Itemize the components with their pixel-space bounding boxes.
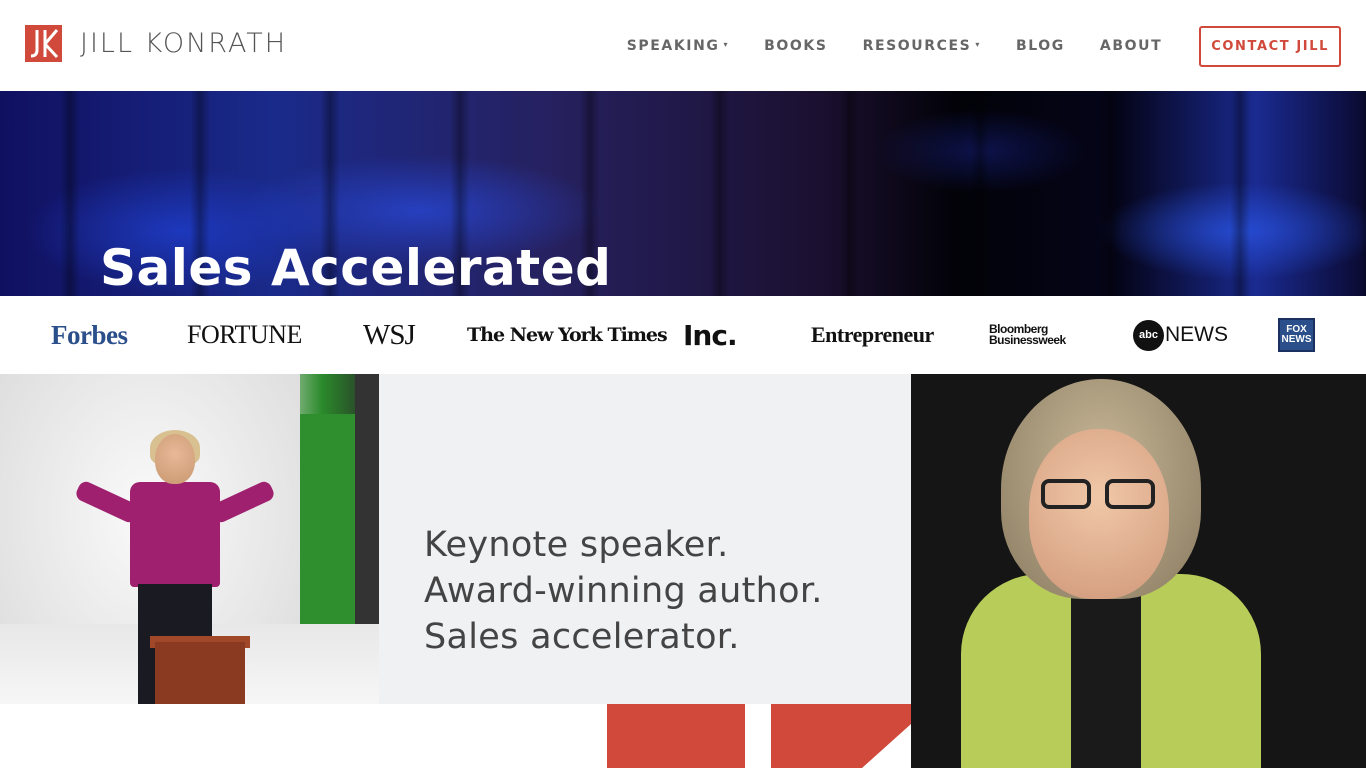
nav-item-label: ABOUT bbox=[1099, 38, 1163, 54]
contact-jill-button[interactable]: CONTACT JILL bbox=[1199, 25, 1341, 67]
nav-item-blog[interactable]: BLOG bbox=[1016, 38, 1065, 54]
chevron-down-icon: ▾ bbox=[723, 39, 730, 49]
entrepreneur-logo: Entrepreneur bbox=[811, 322, 934, 347]
lens-left bbox=[1041, 479, 1091, 509]
fortune-logo: FORTUNE bbox=[187, 320, 302, 349]
chevron-down-icon: ▾ bbox=[975, 39, 981, 49]
abc-news-text: NEWS bbox=[1165, 323, 1228, 346]
glasses bbox=[1041, 479, 1161, 509]
tagline-line: Keynote speaker. bbox=[424, 525, 729, 565]
nav-item-label: RESOURCES bbox=[862, 38, 972, 54]
site-logo[interactable]: JILL KONRATH bbox=[25, 25, 287, 62]
tagline-line: Award-winning author. bbox=[424, 571, 823, 611]
main-nav: SPEAKING ▾ BOOKS RESOURCES ▾ BLOG ABOUT … bbox=[592, 25, 1341, 67]
brand-name: JILL KONRATH bbox=[80, 28, 288, 59]
nav-item-label: SPEAKING bbox=[626, 38, 720, 54]
accent-block bbox=[607, 704, 745, 768]
tagline-panel: Keynote speaker. Award-winning author. S… bbox=[379, 374, 911, 704]
tagline-line: Sales accelerator. bbox=[424, 617, 740, 657]
wsj-logo: WSJ bbox=[363, 318, 416, 351]
nav-item-resources[interactable]: RESOURCES ▾ bbox=[863, 38, 981, 54]
hero-title: Sales Accelerated bbox=[100, 239, 612, 296]
news-line: NEWS bbox=[1281, 334, 1312, 345]
lens-right bbox=[1105, 479, 1155, 509]
forbes-logo: Forbes bbox=[51, 319, 128, 350]
jk-logo-icon bbox=[25, 25, 62, 62]
studio-photo bbox=[0, 374, 379, 704]
hero-banner: Sales Accelerated bbox=[0, 91, 1366, 296]
wooden-stool bbox=[155, 642, 245, 704]
accent-block-cut bbox=[862, 724, 911, 768]
magenta-jacket bbox=[130, 482, 220, 587]
site-header: JILL KONRATH SPEAKING ▾ BOOKS RESOURCES … bbox=[0, 0, 1366, 91]
nav-item-books[interactable]: BOOKS bbox=[764, 38, 827, 54]
inc-logo: Inc. bbox=[683, 318, 738, 352]
nav-item-about[interactable]: ABOUT bbox=[1100, 38, 1162, 54]
abc-circle: abc bbox=[1133, 319, 1164, 351]
face bbox=[1029, 429, 1169, 599]
portrait-photo bbox=[911, 374, 1366, 768]
face bbox=[155, 434, 195, 484]
media-logos-bar: Forbes FORTUNE WSJ The New York Times In… bbox=[0, 296, 1366, 374]
fox-news-box: FOX NEWS bbox=[1278, 318, 1315, 352]
nyt-logo: The New York Times bbox=[467, 324, 668, 346]
black-shirt bbox=[1071, 589, 1141, 768]
fox-news-logo: FOX NEWS bbox=[1278, 296, 1315, 374]
businessweek-line: Businessweek bbox=[989, 333, 1066, 347]
abc-news-logo: abc NEWS bbox=[1133, 296, 1228, 374]
bloomberg-businessweek-logo: Bloomberg Businessweek bbox=[989, 296, 1066, 374]
nav-item-label: BLOG bbox=[1016, 38, 1065, 54]
nav-item-speaking[interactable]: SPEAKING ▾ bbox=[627, 38, 729, 54]
tagline: Keynote speaker. Award-winning author. S… bbox=[424, 522, 823, 660]
nav-item-label: BOOKS bbox=[764, 38, 828, 54]
